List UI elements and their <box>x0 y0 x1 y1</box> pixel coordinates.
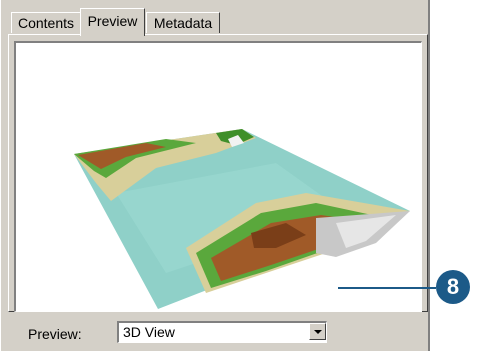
preview-type-select[interactable]: 3D View <box>117 321 327 343</box>
window-border-left <box>0 0 1 351</box>
preview-type-value: 3D View <box>123 324 175 340</box>
tab-contents[interactable]: Contents <box>11 12 81 33</box>
catalog-window: Contents Preview Metadata Preview: 3D Vi… <box>0 0 430 351</box>
window-border-right <box>428 0 430 351</box>
chevron-down-icon <box>314 330 322 334</box>
preview-label: Preview: <box>28 326 82 342</box>
tab-preview[interactable]: Preview <box>80 8 145 36</box>
callout-step-badge: 8 <box>436 270 470 304</box>
tab-metadata[interactable]: Metadata <box>146 12 220 33</box>
callout-leader-line <box>338 287 436 289</box>
preview-viewport[interactable] <box>14 41 422 312</box>
terrain-3d-view[interactable] <box>16 43 422 312</box>
dropdown-button[interactable] <box>309 323 326 340</box>
